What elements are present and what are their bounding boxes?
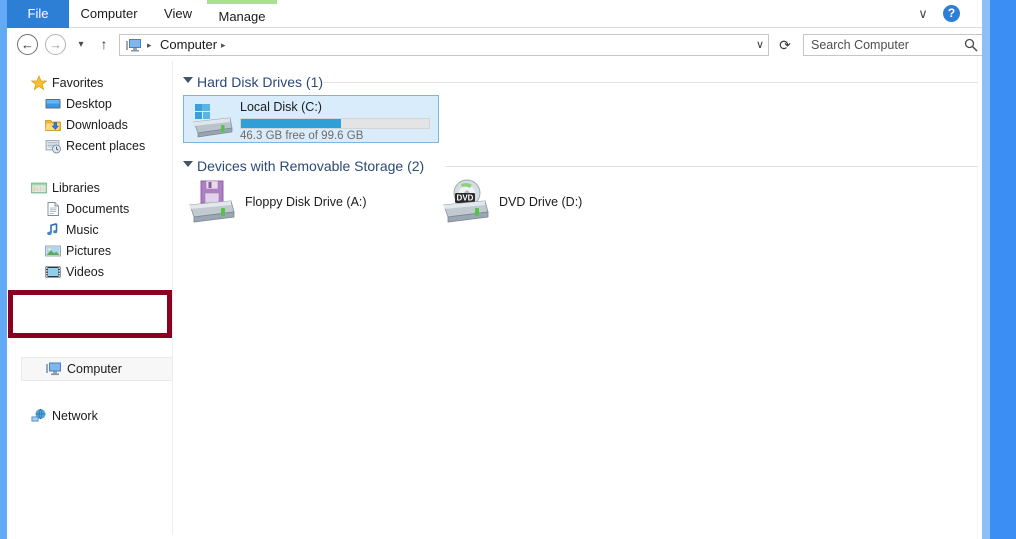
- drive-tile-local-disk[interactable]: Local Disk (C:) 46.3 GB free of 99.6 GB: [183, 95, 439, 143]
- group-title: Hard Disk Drives (1): [197, 74, 324, 90]
- libraries-icon: [31, 180, 47, 196]
- window-border-right-inner: [982, 0, 990, 539]
- content-area: Favorites Desktop Downloads Recent place…: [7, 61, 982, 535]
- search-placeholder: Search Computer: [811, 38, 909, 52]
- sidebar-item-label: Music: [66, 223, 99, 237]
- breadcrumb-separator: ▸: [147, 40, 152, 50]
- device-name: Floppy Disk Drive (A:): [245, 195, 367, 209]
- breadcrumb[interactable]: Computer: [160, 35, 217, 55]
- group-header-removable-storage[interactable]: Devices with Removable Storage (2): [173, 155, 978, 177]
- device-tile-floppy-drive[interactable]: Floppy Disk Drive (A:): [187, 179, 417, 231]
- back-button[interactable]: ←: [17, 34, 38, 55]
- search-input[interactable]: Search Computer: [803, 34, 985, 56]
- pictures-icon: [45, 243, 61, 259]
- recent-places-icon: [45, 138, 61, 154]
- videos-icon: [45, 264, 61, 280]
- file-list-pane: Hard Disk Drives (1) Local Disk (C:) 46.…: [173, 61, 982, 535]
- sidebar-item-label: Network: [52, 409, 98, 423]
- star-icon: [30, 75, 48, 91]
- tab-file[interactable]: File: [7, 0, 69, 28]
- drive-capacity-text: 46.3 GB free of 99.6 GB: [240, 130, 364, 142]
- breadcrumb-separator-2[interactable]: ▸: [221, 35, 226, 55]
- forward-button[interactable]: →: [45, 34, 66, 55]
- window-border-bottom: [0, 535, 1016, 539]
- hard-drive-icon: [192, 102, 234, 138]
- group-divider: [323, 82, 978, 83]
- sidebar-item-label: Recent places: [66, 139, 146, 153]
- capacity-bar-fill: [241, 119, 341, 128]
- computer-icon: [46, 361, 62, 377]
- drive-name: Local Disk (C:): [240, 100, 322, 114]
- refresh-icon[interactable]: ⟳: [775, 34, 795, 56]
- sidebar-item-label: Documents: [66, 202, 130, 216]
- downloads-icon: [45, 117, 61, 133]
- tab-manage[interactable]: Manage: [207, 0, 277, 28]
- device-tile-dvd-drive[interactable]: DVD DVD Drive (D:): [441, 179, 641, 231]
- chevron-down-icon[interactable]: ∨: [914, 5, 932, 23]
- group-header-hard-disk-drives[interactable]: Hard Disk Drives (1): [173, 71, 978, 93]
- collapse-caret-icon[interactable]: [183, 161, 193, 167]
- network-icon: [31, 408, 47, 424]
- sidebar-item-label: Computer: [67, 362, 122, 376]
- device-name: DVD Drive (D:): [499, 195, 583, 209]
- address-dropdown-icon[interactable]: ∨: [756, 35, 764, 55]
- sidebar-item-label: Videos: [66, 265, 104, 279]
- collapse-caret-icon[interactable]: [183, 77, 193, 83]
- documents-icon: [45, 201, 61, 217]
- music-icon: [45, 222, 61, 238]
- window-border-left: [0, 0, 7, 539]
- sidebar-item-label: Downloads: [66, 118, 128, 132]
- tab-view[interactable]: View: [149, 0, 207, 28]
- computer-icon[interactable]: [126, 38, 142, 53]
- explorer-window: File Computer View Manage ∨ ? ← → ▾ ↑ ▸ …: [0, 0, 1016, 539]
- ribbon-tabbar: File Computer View Manage ∨ ?: [7, 0, 982, 28]
- svg-text:DVD: DVD: [457, 194, 474, 203]
- search-icon[interactable]: [964, 38, 978, 52]
- desktop-icon: [45, 96, 61, 112]
- capacity-bar: [240, 118, 430, 129]
- sidebar-item-label: Libraries: [52, 181, 100, 195]
- floppy-drive-icon: [187, 179, 239, 227]
- group-divider: [445, 166, 978, 167]
- dvd-drive-icon: DVD: [441, 179, 493, 227]
- navigation-bar: ← → ▾ ↑ ▸ Computer ▸ ∨ ⟳ Search Computer: [7, 28, 985, 61]
- up-button[interactable]: ↑: [95, 34, 113, 55]
- sidebar-item-label: Favorites: [52, 76, 104, 90]
- address-bar[interactable]: ▸ Computer ▸ ∨: [119, 34, 769, 56]
- window-border-right-outer: [990, 0, 1016, 539]
- recent-locations-icon[interactable]: ▾: [73, 34, 89, 55]
- sidebar-item-label: Desktop: [66, 97, 112, 111]
- sidebar-item-label: Pictures: [66, 244, 112, 258]
- help-icon[interactable]: ?: [943, 5, 960, 22]
- tab-computer[interactable]: Computer: [69, 0, 149, 28]
- group-title: Devices with Removable Storage (2): [197, 158, 425, 174]
- sidebar-item-computer[interactable]: Computer: [21, 357, 173, 381]
- navigation-pane: Favorites Desktop Downloads Recent place…: [7, 61, 173, 535]
